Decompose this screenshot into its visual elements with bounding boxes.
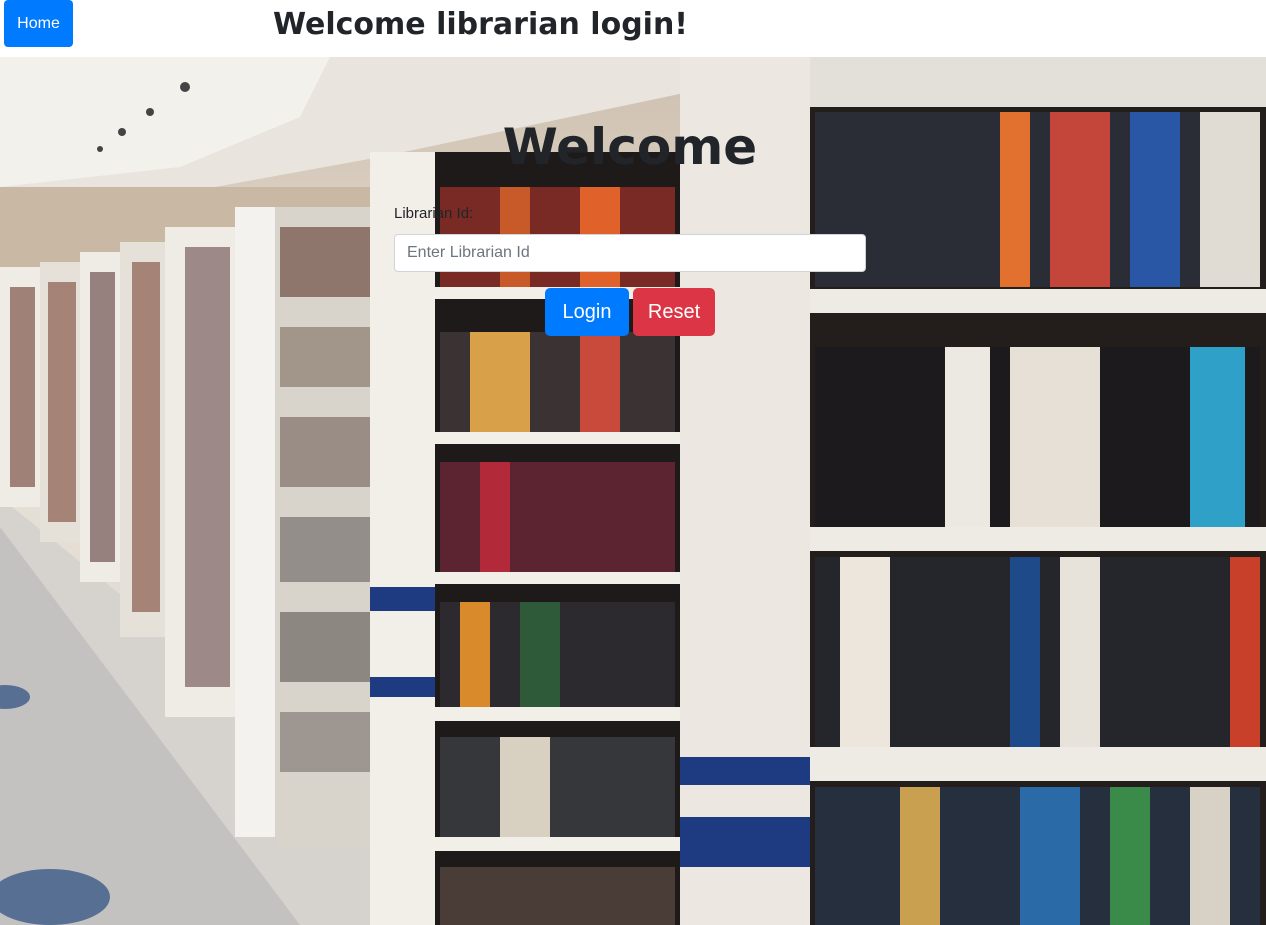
welcome-heading: Welcome: [502, 118, 758, 176]
library-background-image: [0, 57, 1266, 925]
login-button[interactable]: Login: [545, 288, 629, 336]
librarian-id-input[interactable]: [394, 234, 866, 272]
reset-button[interactable]: Reset: [633, 288, 715, 336]
librarian-id-label: Librarian Id:: [394, 205, 474, 222]
home-button[interactable]: Home: [4, 0, 73, 47]
page-title: Welcome librarian login!: [273, 7, 688, 42]
top-bar: Home Welcome librarian login!: [0, 0, 1266, 57]
